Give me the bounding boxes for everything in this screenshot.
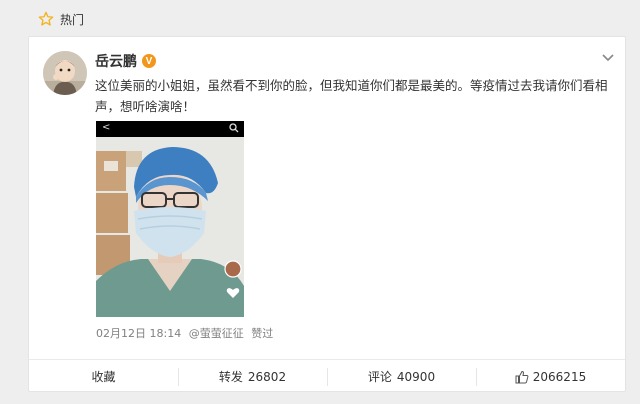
username-text[interactable]: 岳云鹏 — [95, 51, 137, 71]
like-count: 2066215 — [532, 369, 587, 384]
comment-button[interactable]: 评论 40900 — [327, 360, 476, 393]
repost-label: 转发 — [218, 370, 243, 384]
comment-label: 评论 — [367, 370, 392, 384]
comment-count: 40900 — [396, 369, 436, 384]
hot-label: 热门 — [60, 12, 85, 27]
thumbs-up-icon — [515, 370, 529, 383]
repost-count: 26802 — [247, 369, 287, 384]
weibo-post-card: 岳云鹏 V 这位美丽的小姐姐，虽然看不到你的脸，但我知道你们都是最美的。等疫情过… — [28, 36, 626, 392]
post-author[interactable]: 岳云鹏 V — [95, 51, 156, 71]
video-top-bar: < — [96, 121, 244, 137]
repost-button[interactable]: 转发 26802 — [178, 360, 327, 393]
post-timestamp[interactable]: 02月12日 18:14 — [96, 327, 181, 340]
back-arrow-icon[interactable]: < — [102, 122, 110, 133]
post-text: 这位美丽的小姐姐，虽然看不到你的脸，但我知道你们都是最美的。等疫情过去我请你们看… — [95, 78, 608, 114]
post-via[interactable]: @萤萤征征 — [189, 327, 244, 340]
video-thumbnail[interactable]: < — [96, 121, 244, 317]
action-bar: 收藏 转发 26802 评论 40900 2066215 — [29, 359, 625, 393]
liked-label: 赞过 — [251, 327, 274, 340]
hot-section-header: 热门 — [28, 6, 626, 32]
favorite-button[interactable]: 收藏 — [29, 360, 178, 393]
favorite-label: 收藏 — [91, 370, 116, 384]
chevron-down-icon[interactable] — [601, 53, 615, 63]
star-icon — [38, 11, 54, 26]
post-meta: 02月12日 18:14 @萤萤征征 赞过 — [96, 325, 277, 341]
verified-badge: V — [142, 54, 156, 68]
heart-icon[interactable] — [226, 287, 240, 299]
avatar[interactable] — [43, 51, 87, 95]
search-icon[interactable] — [229, 123, 239, 133]
like-button[interactable]: 2066215 — [476, 360, 625, 393]
